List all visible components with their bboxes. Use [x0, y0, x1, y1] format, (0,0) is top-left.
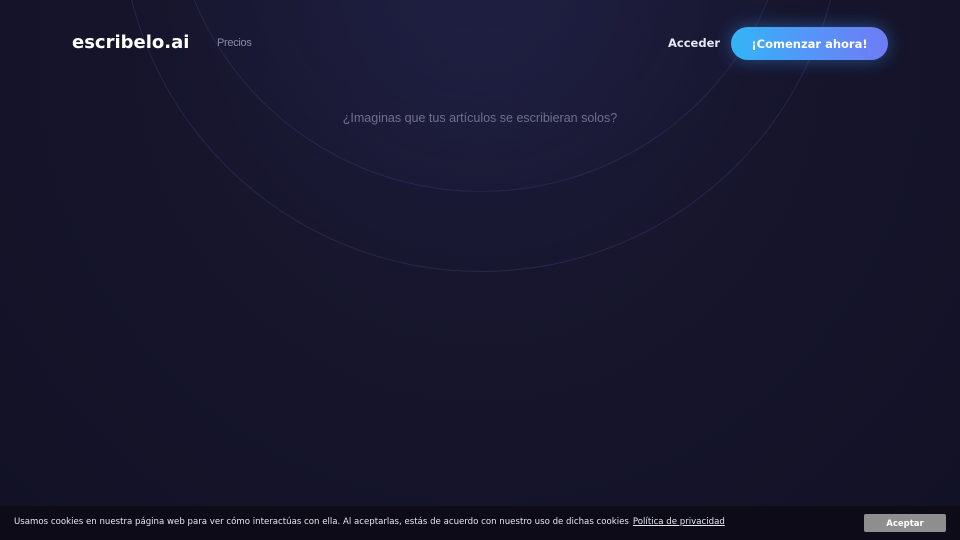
cookie-message: Usamos cookies en nuestra página web par…	[14, 517, 629, 527]
logo[interactable]: escribelo.ai	[72, 30, 189, 56]
get-started-button[interactable]: ¡Comenzar ahora!	[731, 27, 888, 60]
login-link[interactable]: Acceder	[668, 36, 720, 50]
landing-page: escribelo.ai Precios Acceder ¡Comenzar a…	[0, 0, 960, 540]
hero-tagline: ¿Imaginas que tus artículos se escribier…	[342, 111, 618, 125]
accept-cookies-button[interactable]: Aceptar	[864, 514, 946, 532]
nav-link-pricing[interactable]: Precios	[217, 37, 252, 49]
cookie-message-container: Usamos cookies en nuestra página web par…	[14, 517, 725, 527]
cookie-banner: Usamos cookies en nuestra página web par…	[0, 506, 960, 540]
site-header: escribelo.ai Precios Acceder ¡Comenzar a…	[0, 0, 960, 88]
privacy-policy-link[interactable]: Política de privacidad	[633, 517, 725, 527]
